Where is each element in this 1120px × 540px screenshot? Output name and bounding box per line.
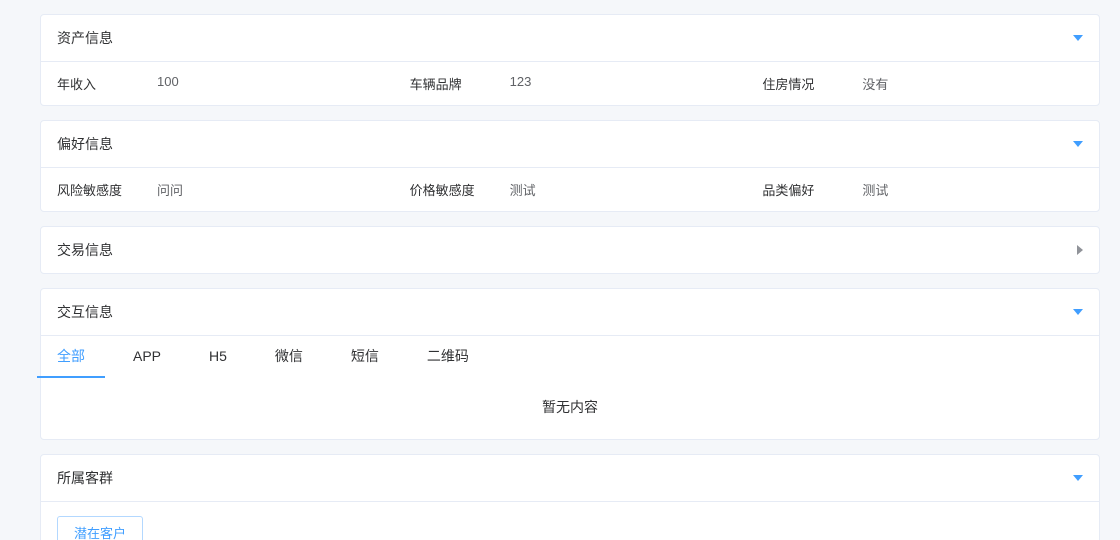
preferences-row: 风险敏感度 问问 价格敏感度 测试 品类偏好 测试 <box>41 168 1099 211</box>
tag-potential-customer[interactable]: 潜在客户 <box>57 516 143 540</box>
panel-groups: 所属客群 潜在客户 <box>40 454 1100 540</box>
chevron-down-icon <box>1073 141 1083 147</box>
tab-all[interactable]: 全部 <box>57 336 85 378</box>
panel-groups-title: 所属客群 <box>57 468 113 488</box>
assets-row: 年收入 100 车辆品牌 123 住房情况 没有 <box>41 62 1099 105</box>
panel-interactions-title: 交互信息 <box>57 302 113 322</box>
groups-tag-row: 潜在客户 <box>41 502 1099 540</box>
panel-transactions-title: 交易信息 <box>57 240 113 260</box>
risk-value: 问问 <box>151 168 394 211</box>
tab-sms[interactable]: 短信 <box>351 336 379 378</box>
car-value: 123 <box>504 62 747 105</box>
income-label: 年收入 <box>41 62 151 105</box>
car-label: 车辆品牌 <box>394 62 504 105</box>
panel-assets: 资产信息 年收入 100 车辆品牌 123 住房情况 没有 <box>40 14 1100 106</box>
panel-preferences-title: 偏好信息 <box>57 134 113 154</box>
panel-assets-header[interactable]: 资产信息 <box>41 15 1099 61</box>
chevron-down-icon <box>1073 35 1083 41</box>
panel-interactions: 交互信息 全部 APP H5 微信 短信 二维码 暂无内容 <box>40 288 1100 440</box>
income-value: 100 <box>151 62 394 105</box>
category-value: 测试 <box>856 168 1099 211</box>
tab-wechat[interactable]: 微信 <box>275 336 303 378</box>
panel-assets-title: 资产信息 <box>57 28 113 48</box>
panel-interactions-body: 全部 APP H5 微信 短信 二维码 暂无内容 <box>41 335 1099 439</box>
page-root: 资产信息 年收入 100 车辆品牌 123 住房情况 没有 偏好信息 风险敏感度… <box>0 0 1120 540</box>
panel-transactions: 交易信息 <box>40 226 1100 274</box>
housing-label: 住房情况 <box>746 62 856 105</box>
price-label: 价格敏感度 <box>394 168 504 211</box>
panel-interactions-header[interactable]: 交互信息 <box>41 289 1099 335</box>
panel-preferences-body: 风险敏感度 问问 价格敏感度 测试 品类偏好 测试 <box>41 167 1099 211</box>
tab-qrcode[interactable]: 二维码 <box>427 336 469 378</box>
chevron-down-icon <box>1073 475 1083 481</box>
tab-h5[interactable]: H5 <box>209 338 227 376</box>
panel-preferences: 偏好信息 风险敏感度 问问 价格敏感度 测试 品类偏好 测试 <box>40 120 1100 212</box>
panel-transactions-header[interactable]: 交易信息 <box>41 227 1099 273</box>
panel-groups-body: 潜在客户 <box>41 501 1099 540</box>
category-label: 品类偏好 <box>746 168 856 211</box>
panel-assets-body: 年收入 100 车辆品牌 123 住房情况 没有 <box>41 61 1099 105</box>
panel-preferences-header[interactable]: 偏好信息 <box>41 121 1099 167</box>
chevron-right-icon <box>1077 245 1083 255</box>
interactions-empty: 暂无内容 <box>41 379 1099 439</box>
tab-app[interactable]: APP <box>133 338 161 376</box>
panel-groups-header[interactable]: 所属客群 <box>41 455 1099 501</box>
interactions-tabs: 全部 APP H5 微信 短信 二维码 <box>41 336 1099 379</box>
chevron-down-icon <box>1073 309 1083 315</box>
price-value: 测试 <box>504 168 747 211</box>
risk-label: 风险敏感度 <box>41 168 151 211</box>
housing-value: 没有 <box>856 62 1099 105</box>
